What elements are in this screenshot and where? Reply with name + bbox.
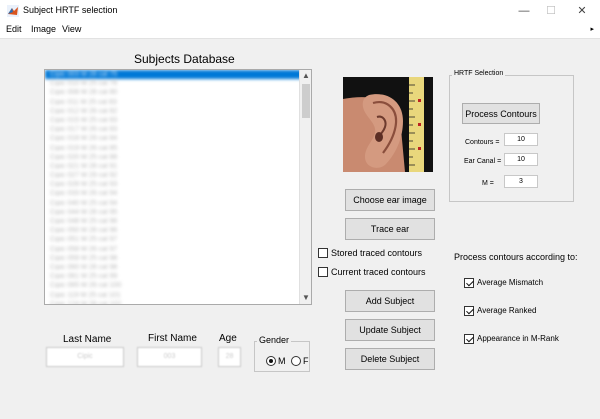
scroll-down-icon[interactable]: ▼ <box>300 292 311 304</box>
list-item[interactable]: Cipic 058 M 26 cal 97 <box>45 245 311 254</box>
list-item[interactable]: Cipic 124 M 28 cal 102 <box>45 300 311 304</box>
update-subject-button[interactable]: Update Subject <box>345 319 435 341</box>
add-subject-button[interactable]: Add Subject <box>345 290 435 312</box>
m-label: M = <box>482 180 494 187</box>
list-item[interactable]: Cipic 050 M 28 cal 96 <box>45 226 311 235</box>
contours-label: Contours = <box>465 139 500 146</box>
trace-ear-button[interactable]: Trace ear <box>345 218 435 240</box>
list-item[interactable]: Cipic 059 M 25 cal 98 <box>45 254 311 263</box>
list-item[interactable]: Cipic 061 M 25 cal 99 <box>45 272 311 281</box>
criterion-appearance-m-rank[interactable]: Appearance in M-Rank <box>464 333 559 344</box>
list-item[interactable]: Cipic 017 M 26 cal 83 <box>45 125 311 134</box>
contours-field[interactable]: 10 <box>504 133 538 146</box>
menu-edit[interactable]: Edit <box>6 24 22 34</box>
ear-image <box>343 77 433 172</box>
average-mismatch-checkbox[interactable] <box>464 277 474 288</box>
list-item[interactable]: Cipic 008 M 28 cal 80 <box>45 88 311 97</box>
first-name-label: First Name <box>148 333 197 344</box>
gender-options: M F <box>266 355 309 366</box>
window-title: Subject HRTF selection <box>23 5 118 15</box>
appearance-m-rank-label: Appearance in M-Rank <box>477 334 559 344</box>
current-contours-label: Current traced contours <box>331 266 426 277</box>
list-item[interactable]: Cipic 010 M 25 cal 76 <box>45 79 311 88</box>
stored-contours-option[interactable]: Stored traced contours <box>318 247 422 258</box>
gender-m-radio[interactable] <box>266 355 276 366</box>
process-contours-button[interactable]: Process Contours <box>462 103 540 124</box>
toolbar-expand-icon[interactable]: ▸ <box>590 25 594 33</box>
menu-view[interactable]: View <box>62 24 81 34</box>
average-mismatch-label: Average Mismatch <box>477 278 544 288</box>
listbox-scrollbar[interactable]: ▲ ▼ <box>299 70 311 304</box>
menu-bar: Edit Image View ▸ <box>0 22 600 38</box>
list-item[interactable]: Cipic 119 M 25 cal 101 <box>45 291 311 300</box>
current-contours-checkbox[interactable] <box>318 266 328 277</box>
criterion-average-ranked[interactable]: Average Ranked <box>464 305 536 316</box>
gender-f-radio[interactable] <box>291 355 302 366</box>
current-contours-option[interactable]: Current traced contours <box>318 266 426 277</box>
gender-f-label: F <box>303 355 309 366</box>
list-item[interactable]: Cipic 020 M 25 cal 88 <box>45 153 311 162</box>
list-item[interactable]: Cipic 044 M 28 cal 95 <box>45 208 311 217</box>
list-item[interactable]: Cipic 018 M 29 cal 84 <box>45 134 311 143</box>
first-name-field[interactable]: 003 <box>137 347 202 367</box>
list-item[interactable]: Cipic 027 M 29 cal 92 <box>45 171 311 180</box>
scroll-up-icon[interactable]: ▲ <box>300 70 311 82</box>
appearance-m-rank-checkbox[interactable] <box>464 333 474 344</box>
title-bar: Subject HRTF selection — ☐ ✕ <box>0 0 600 22</box>
age-field[interactable]: 28 <box>218 347 241 367</box>
list-item[interactable]: Cipic 011 M 25 cal 83 <box>45 98 311 107</box>
subjects-list: Cipic 003 M 28 cal 75 Cipic 010 M 25 cal … <box>45 70 311 304</box>
list-item[interactable]: Cipic 021 M 28 cal 91 <box>45 162 311 171</box>
list-item[interactable]: Cipic 012 M 26 cal 82 <box>45 107 311 116</box>
average-ranked-label: Average Ranked <box>477 306 537 316</box>
menu-image[interactable]: Image <box>31 24 56 34</box>
database-heading: Subjects Database <box>134 52 235 66</box>
list-item[interactable]: Cipic 065 M 26 cal 100 <box>45 281 311 290</box>
maximize-button[interactable]: ☐ <box>541 3 561 19</box>
list-item[interactable]: Cipic 028 M 25 cal 93 <box>45 180 311 189</box>
list-item[interactable]: Cipic 015 M 25 cal 83 <box>45 116 311 125</box>
criteria-heading: Process contours according to: <box>454 252 578 262</box>
minimize-button[interactable]: — <box>514 3 534 19</box>
list-item[interactable]: Cipic 003 M 28 cal 75 <box>45 70 311 80</box>
last-name-field[interactable]: Cipic <box>46 347 124 367</box>
hrtf-panel-label: HRTF Selection <box>452 70 506 77</box>
age-label: Age <box>219 333 237 344</box>
matlab-app-icon <box>7 5 19 17</box>
list-item[interactable]: Cipic 033 M 26 cal 94 <box>45 189 311 198</box>
scroll-thumb[interactable] <box>302 84 310 118</box>
list-item[interactable]: Cipic 040 M 25 cal 94 <box>45 199 311 208</box>
last-name-label: Last Name <box>63 334 112 345</box>
list-item[interactable]: Cipic 048 M 25 cal 96 <box>45 217 311 226</box>
subjects-listbox[interactable]: Cipic 003 M 28 cal 75 Cipic 010 M 25 cal … <box>44 69 312 305</box>
ear-photo <box>343 77 433 172</box>
close-button[interactable]: ✕ <box>572 3 592 19</box>
criterion-average-mismatch[interactable]: Average Mismatch <box>464 277 543 288</box>
choose-ear-image-button[interactable]: Choose ear image <box>345 189 435 211</box>
ear-canal-field[interactable]: 10 <box>504 153 538 166</box>
gender-m-label: M <box>278 355 286 366</box>
stored-contours-label: Stored traced contours <box>331 247 423 258</box>
average-ranked-checkbox[interactable] <box>464 305 474 316</box>
list-item[interactable]: Cipic 060 M 28 cal 98 <box>45 263 311 272</box>
gender-label: Gender <box>257 335 292 345</box>
stored-contours-checkbox[interactable] <box>318 247 328 258</box>
m-field[interactable]: 3 <box>504 175 538 188</box>
ear-canal-label: Ear Canal = <box>464 158 502 165</box>
list-item[interactable]: Cipic 051 M 25 cal 97 <box>45 235 311 244</box>
list-item[interactable]: Cipic 019 M 26 cal 85 <box>45 144 311 153</box>
delete-subject-button[interactable]: Delete Subject <box>345 348 435 370</box>
